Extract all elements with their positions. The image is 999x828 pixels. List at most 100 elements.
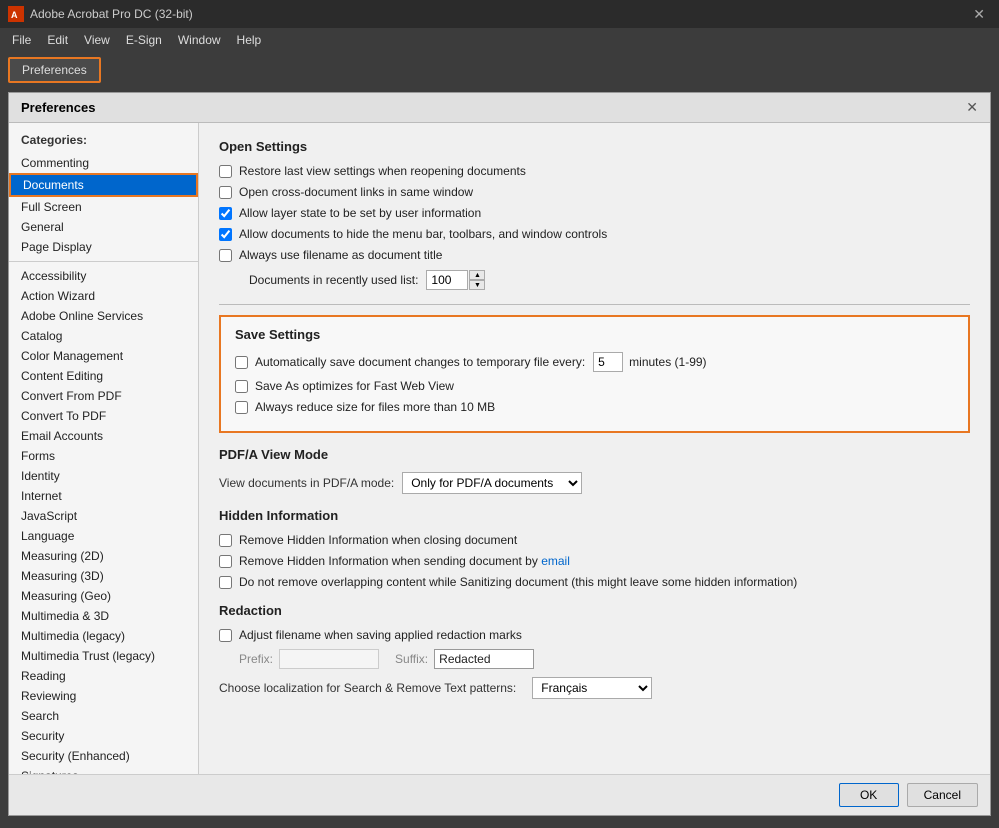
menu-window[interactable]: Window [170, 31, 229, 49]
pref-bar: Preferences [0, 52, 999, 88]
sidebar-item-securityenhanced[interactable]: Security (Enhanced) [9, 746, 198, 766]
ok-button[interactable]: OK [839, 783, 899, 807]
save-settings-section: Save Settings Automatically save documen… [219, 315, 970, 433]
checkbox-layer-state-input[interactable] [219, 207, 232, 220]
sidebar-item-reviewing[interactable]: Reviewing [9, 686, 198, 706]
app-icon: A [8, 6, 24, 22]
auto-save-input[interactable] [593, 352, 623, 372]
sidebar-item-emailaccounts[interactable]: Email Accounts [9, 426, 198, 446]
sidebar: Categories: Commenting Documents Full Sc… [9, 123, 199, 774]
sidebar-item-commenting[interactable]: Commenting [9, 153, 198, 173]
fast-web-row: Save As optimizes for Fast Web View [235, 379, 954, 393]
pdfa-label: View documents in PDF/A mode: [219, 476, 394, 490]
sidebar-item-measuring2d[interactable]: Measuring (2D) [9, 546, 198, 566]
checkbox-layer-state-label: Allow layer state to be set by user info… [239, 206, 481, 220]
suffix-input[interactable] [434, 649, 534, 669]
sidebar-item-search[interactable]: Search [9, 706, 198, 726]
auto-save-input-group [593, 352, 623, 372]
no-remove-overlapping-checkbox[interactable] [219, 576, 232, 589]
menu-edit[interactable]: Edit [39, 31, 76, 49]
menu-view[interactable]: View [76, 31, 118, 49]
categories-label: Categories: [9, 131, 198, 153]
checkbox-restore-view: Restore last view settings when reopenin… [219, 164, 970, 178]
pdfa-title: PDF/A View Mode [219, 447, 970, 462]
fast-web-checkbox[interactable] [235, 380, 248, 393]
title-close-button[interactable]: ✕ [967, 6, 991, 23]
cancel-button[interactable]: Cancel [907, 783, 978, 807]
checkbox-cross-document-label: Open cross-document links in same window [239, 185, 473, 199]
adjust-filename-checkbox[interactable] [219, 629, 232, 642]
reduce-size-label: Always reduce size for files more than 1… [255, 400, 495, 414]
save-settings-title: Save Settings [235, 327, 954, 342]
checkbox-filename-title-label: Always use filename as document title [239, 248, 442, 262]
sidebar-item-convertfrompdf[interactable]: Convert From PDF [9, 386, 198, 406]
dialog-body: Categories: Commenting Documents Full Sc… [9, 123, 990, 774]
recently-used-row: Documents in recently used list: ▲ ▼ [249, 270, 970, 290]
hidden-info-section: Hidden Information Remove Hidden Informa… [219, 508, 970, 589]
prefix-input[interactable] [279, 649, 379, 669]
recently-used-increment[interactable]: ▲ [469, 270, 485, 280]
localization-select[interactable]: Français English Deutsch Español Italian… [532, 677, 652, 699]
sidebar-item-converttopdf[interactable]: Convert To PDF [9, 406, 198, 426]
auto-save-unit: minutes (1-99) [629, 355, 706, 369]
email-link[interactable]: email [541, 554, 570, 568]
recently-used-decrement[interactable]: ▼ [469, 280, 485, 290]
no-remove-overlapping-row: Do not remove overlapping content while … [219, 575, 970, 589]
checkbox-cross-document-input[interactable] [219, 186, 232, 199]
suffix-label: Suffix: [395, 652, 428, 666]
sidebar-divider [9, 261, 198, 262]
sidebar-item-language[interactable]: Language [9, 526, 198, 546]
checkbox-hide-menu: Allow documents to hide the menu bar, to… [219, 227, 970, 241]
sidebar-item-documents[interactable]: Documents [9, 173, 198, 197]
remove-hidden-email-label: Remove Hidden Information when sending d… [239, 554, 570, 568]
dialog-title-row: Preferences ✕ [9, 93, 990, 123]
sidebar-item-reading[interactable]: Reading [9, 666, 198, 686]
sidebar-item-pagedisplay[interactable]: Page Display [9, 237, 198, 257]
checkbox-filename-title: Always use filename as document title [219, 248, 970, 262]
auto-save-checkbox[interactable] [235, 356, 248, 369]
prefix-suffix-row: Prefix: Suffix: [239, 649, 970, 669]
sidebar-item-general[interactable]: General [9, 217, 198, 237]
sidebar-item-identity[interactable]: Identity [9, 466, 198, 486]
sidebar-item-multimediatrustlegacy[interactable]: Multimedia Trust (legacy) [9, 646, 198, 666]
sidebar-item-forms[interactable]: Forms [9, 446, 198, 466]
app-title: Adobe Acrobat Pro DC (32-bit) [30, 7, 193, 21]
pdfa-dropdown-row: View documents in PDF/A mode: Only for P… [219, 472, 970, 494]
preferences-button[interactable]: Preferences [8, 57, 101, 83]
sidebar-item-accessibility[interactable]: Accessibility [9, 266, 198, 286]
reduce-size-checkbox[interactable] [235, 401, 248, 414]
sidebar-item-multimedialegacy[interactable]: Multimedia (legacy) [9, 626, 198, 646]
recently-used-label: Documents in recently used list: [249, 273, 418, 287]
auto-save-label: Automatically save document changes to t… [255, 355, 585, 369]
sidebar-item-actionwizard[interactable]: Action Wizard [9, 286, 198, 306]
menu-file[interactable]: File [4, 31, 39, 49]
sidebar-item-fullscreen[interactable]: Full Screen [9, 197, 198, 217]
sidebar-item-adobeonlineservices[interactable]: Adobe Online Services [9, 306, 198, 326]
remove-hidden-closing-checkbox[interactable] [219, 534, 232, 547]
sidebar-item-javascript[interactable]: JavaScript [9, 506, 198, 526]
recently-used-input[interactable] [426, 270, 468, 290]
dialog-title: Preferences [21, 100, 95, 115]
menu-help[interactable]: Help [229, 31, 270, 49]
sidebar-item-internet[interactable]: Internet [9, 486, 198, 506]
sidebar-item-measuring3d[interactable]: Measuring (3D) [9, 566, 198, 586]
sidebar-item-contentediting[interactable]: Content Editing [9, 366, 198, 386]
sidebar-item-signatures[interactable]: Signatures [9, 766, 198, 774]
checkbox-restore-view-input[interactable] [219, 165, 232, 178]
localization-row: Choose localization for Search & Remove … [219, 677, 970, 699]
checkbox-filename-title-input[interactable] [219, 249, 232, 262]
sidebar-item-multimedia3d[interactable]: Multimedia & 3D [9, 606, 198, 626]
sidebar-item-catalog[interactable]: Catalog [9, 326, 198, 346]
dialog-close-button[interactable]: ✕ [966, 99, 978, 116]
remove-hidden-closing-row: Remove Hidden Information when closing d… [219, 533, 970, 547]
sidebar-item-security[interactable]: Security [9, 726, 198, 746]
adjust-filename-label: Adjust filename when saving applied reda… [239, 628, 522, 642]
divider-1 [219, 304, 970, 305]
remove-hidden-email-checkbox[interactable] [219, 555, 232, 568]
menu-esign[interactable]: E-Sign [118, 31, 170, 49]
checkbox-cross-document: Open cross-document links in same window [219, 185, 970, 199]
pdfa-select[interactable]: Only for PDF/A documents Never Always [402, 472, 582, 494]
sidebar-item-measuringgeo[interactable]: Measuring (Geo) [9, 586, 198, 606]
checkbox-hide-menu-input[interactable] [219, 228, 232, 241]
sidebar-item-colormanagement[interactable]: Color Management [9, 346, 198, 366]
